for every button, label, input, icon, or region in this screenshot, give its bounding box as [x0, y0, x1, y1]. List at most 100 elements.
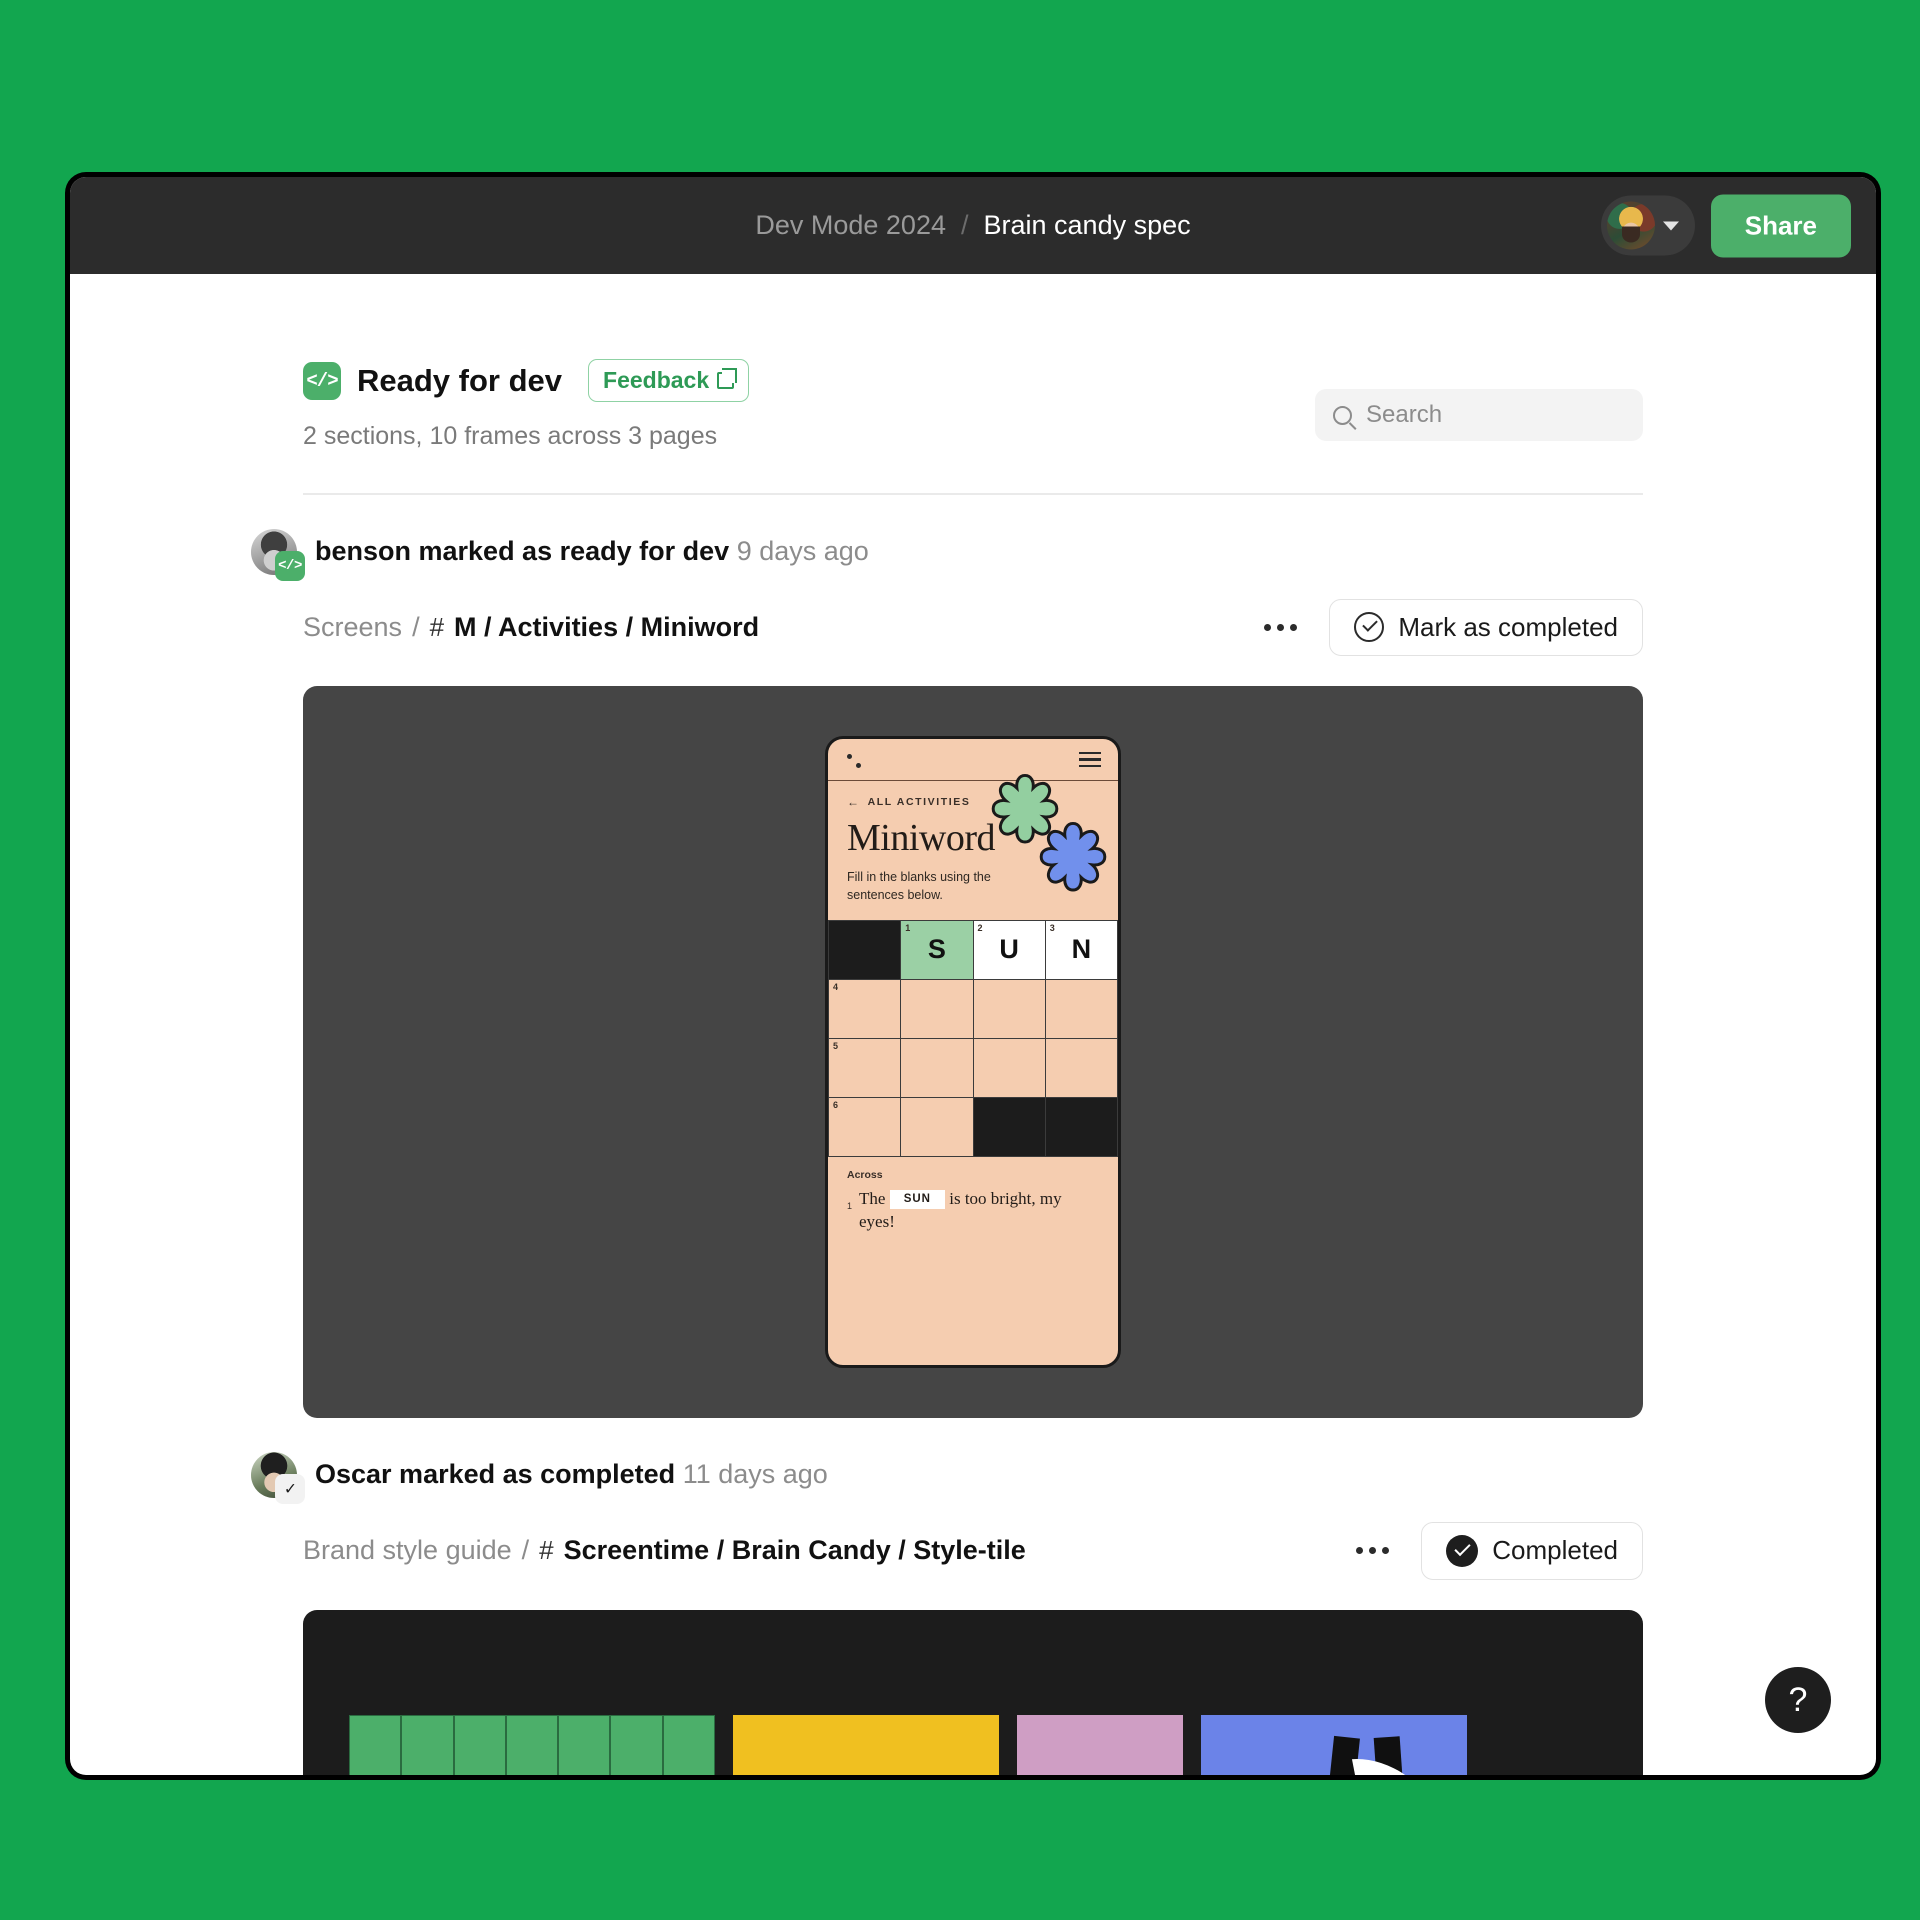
hamburger-menu-icon[interactable] [1079, 751, 1101, 768]
crossword-cell-r4c1[interactable]: 6 [829, 1097, 902, 1157]
clue-number: 1 [847, 1200, 853, 1211]
breadcrumb: Brand style guide / # Screentime / Brain… [303, 1535, 1026, 1566]
titlebar-actions: Share [1600, 194, 1851, 257]
path-parent[interactable]: Brand style guide [303, 1535, 512, 1566]
dev-mode-icon: </> [275, 550, 305, 581]
completed-label: Completed [1492, 1535, 1618, 1565]
crossword-cell-r2c1[interactable]: 4 [829, 979, 902, 1039]
activity-summary: benson marked as ready for dev 9 days ag… [315, 536, 869, 567]
crossword-cell-number: 5 [833, 1040, 839, 1051]
activity-summary: Oscar marked as completed 11 days ago [315, 1459, 828, 1490]
activity-actor: benson marked as ready for dev [315, 536, 730, 566]
crossword-cell-number: 6 [833, 1099, 839, 1110]
crossword-cell-letter: S [927, 934, 946, 965]
check-icon: ✓ [275, 1473, 305, 1504]
crossword-cell-r2c2[interactable] [901, 979, 974, 1039]
frame-preview[interactable]: ← ALL ACTIVITIES Miniword Fill in the bl… [303, 685, 1643, 1418]
crossword-cell-letter: N [1071, 934, 1092, 965]
mark-as-completed-button[interactable]: Mark as completed [1329, 598, 1643, 656]
crossword-cell-r2c3[interactable] [973, 979, 1046, 1039]
breadcrumb: Screens / # M / Activities / Miniword [303, 612, 759, 643]
crossword-cell-letter: U [999, 934, 1019, 965]
more-options-button[interactable] [1350, 1539, 1395, 1562]
path-separator: / [412, 611, 420, 642]
breadcrumb-current[interactable]: Brain candy spec [984, 210, 1191, 241]
check-circle-icon [1354, 612, 1385, 642]
crossword-cell-number: 1 [905, 922, 911, 933]
search-placeholder: Search [1366, 401, 1443, 428]
crossword-cell-r4c3 [973, 1097, 1046, 1157]
external-link-icon [717, 368, 738, 389]
section-header: </> Ready for dev Feedback 2 sections, 1… [303, 359, 1643, 451]
crossword-cell-r1c2[interactable]: 1S [901, 920, 974, 980]
crossword-cell-r2c4[interactable] [1045, 979, 1118, 1039]
arrow-left-icon: ← [847, 794, 861, 809]
feedback-label: Feedback [603, 367, 710, 393]
avatar: ✓ [251, 1451, 305, 1504]
crossword-grid[interactable]: 1S2U3N456 [828, 919, 1118, 1157]
activity-item: ✓ Oscar marked as completed 11 days ago … [251, 1451, 1643, 1775]
crossword-cell-number: 3 [1049, 922, 1055, 933]
more-options-button[interactable] [1258, 616, 1303, 639]
style-tile-blue [1201, 1714, 1467, 1775]
chevron-down-icon [1662, 221, 1679, 230]
breadcrumb: Dev Mode 2024 / Brain candy spec [755, 210, 1190, 241]
content-scroll-area[interactable]: </> Ready for dev Feedback 2 sections, 1… [70, 274, 1876, 1775]
frame-hash-icon: # [429, 611, 445, 642]
avatar: </> [251, 528, 305, 581]
phone-status-bar [828, 739, 1118, 781]
style-tile-preview[interactable]: D FOR [303, 1609, 1643, 1775]
crossword-cell-r4c2[interactable] [901, 1097, 974, 1157]
feedback-button[interactable]: Feedback [588, 359, 750, 402]
crossword-cell-r3c3[interactable] [973, 1038, 1046, 1098]
share-button[interactable]: Share [1710, 194, 1851, 257]
avatar [1606, 201, 1655, 250]
crossword-cell-r3c1[interactable]: 5 [829, 1038, 902, 1098]
style-tile-yellow [733, 1714, 999, 1775]
account-menu[interactable] [1600, 195, 1695, 256]
completed-button[interactable]: Completed [1421, 1521, 1643, 1580]
back-to-all-activities[interactable]: ← ALL ACTIVITIES [847, 795, 1099, 809]
dev-mode-icon: </> [303, 361, 341, 400]
mark-as-completed-label: Mark as completed [1398, 611, 1618, 642]
breadcrumb-parent[interactable]: Dev Mode 2024 [755, 210, 946, 241]
titlebar: Dev Mode 2024 / Brain candy spec Share [70, 177, 1876, 274]
breadcrumb-separator: / [960, 210, 969, 240]
crossword-cell-number: 4 [833, 981, 839, 992]
back-label: ALL ACTIVITIES [867, 795, 971, 808]
clue-answer-blank[interactable]: SUN [889, 1189, 945, 1210]
activity-timestamp: 9 days ago [736, 536, 869, 566]
search-icon [1333, 405, 1352, 425]
style-tile-pink [1017, 1714, 1183, 1775]
search-input[interactable]: Search [1315, 389, 1643, 441]
activity-actor: Oscar marked as completed [315, 1459, 676, 1489]
miniword-instructions: Fill in the blanks using the sentences b… [847, 869, 991, 902]
section-subtitle: 2 sections, 10 frames across 3 pages [303, 422, 718, 450]
style-tile-green: D FOR [349, 1714, 715, 1775]
activity-item: </> benson marked as ready for dev 9 day… [251, 528, 1643, 1418]
activity-timestamp: 11 days ago [682, 1459, 828, 1489]
phone-body: ← ALL ACTIVITIES Miniword Fill in the bl… [828, 773, 1118, 904]
miniword-title: Miniword [847, 816, 996, 859]
crossword-cell-r3c4[interactable] [1045, 1038, 1118, 1098]
crossword-cell-r1c3[interactable]: 2U [973, 920, 1046, 980]
clues-heading: Across [847, 1168, 883, 1181]
path-separator: / [521, 1535, 530, 1565]
crossword-cell-r3c2[interactable] [901, 1038, 974, 1098]
help-button[interactable]: ? [1765, 1667, 1831, 1733]
dot-icon [856, 762, 861, 768]
clues-section: Across 1 The SUN is too bright, my eyes! [828, 1157, 1118, 1248]
dot-icon [847, 753, 852, 759]
path-current[interactable]: Screentime / Brain Candy / Style-tile [564, 1535, 1026, 1566]
app-window: Dev Mode 2024 / Brain candy spec Share <… [70, 177, 1876, 1775]
path-parent[interactable]: Screens [303, 612, 402, 643]
crossword-cell-r1c4[interactable]: 3N [1045, 920, 1118, 980]
phone-mockup: ← ALL ACTIVITIES Miniword Fill in the bl… [825, 735, 1121, 1368]
section-divider [303, 493, 1643, 495]
clue-text-before: The [859, 1188, 886, 1208]
path-current[interactable]: M / Activities / Miniword [454, 612, 759, 643]
frame-hash-icon: # [539, 1535, 554, 1565]
crossword-cell-r4c4 [1045, 1097, 1118, 1157]
clue-text: The SUN is too bright, my eyes! [859, 1188, 1099, 1234]
crossword-cell-r1c1 [829, 920, 902, 980]
